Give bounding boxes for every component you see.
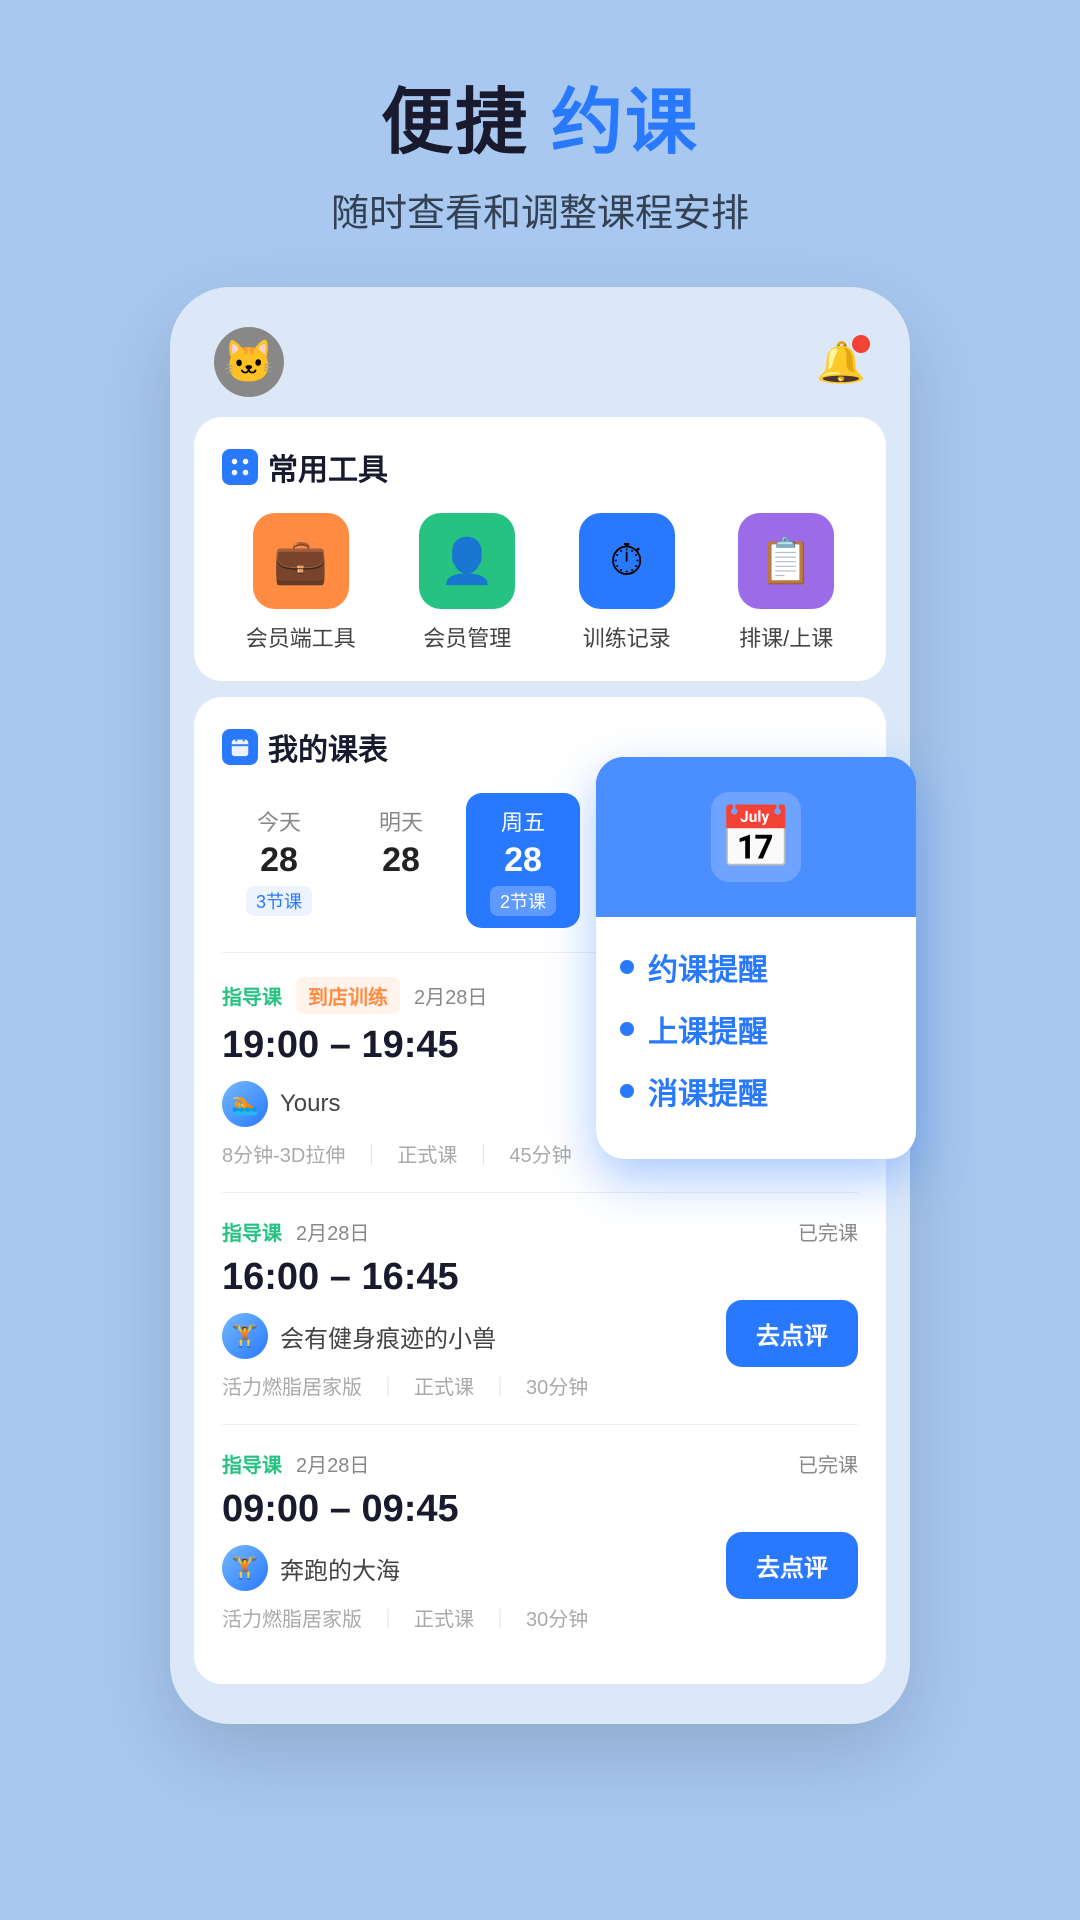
class-time-2: 09:00 – 09:45 bbox=[222, 1488, 726, 1531]
class-tag-1: 指导课 bbox=[222, 1217, 282, 1246]
completed-label-2: 已完课 bbox=[798, 1449, 858, 1478]
reminder-text-0: 约课提醒 bbox=[648, 945, 768, 989]
tools-icon bbox=[222, 449, 258, 485]
class-tag-2: 指导课 bbox=[222, 1449, 282, 1478]
day-number-2: 28 bbox=[504, 841, 542, 880]
day-name-0: 今天 bbox=[257, 805, 301, 837]
tool-label-3: 排课/上课 bbox=[739, 621, 833, 653]
trainer-avatar-0: 🏊 bbox=[222, 1081, 268, 1127]
tool-label-0: 会员端工具 bbox=[246, 621, 356, 653]
reminder-text-1: 上课提醒 bbox=[648, 1007, 768, 1051]
class-trainer-1: 🏋 会有健身痕迹的小兽 bbox=[222, 1313, 726, 1359]
trainer-name-2: 奔跑的大海 bbox=[280, 1551, 400, 1586]
schedule-title: 我的课表 bbox=[268, 725, 388, 769]
phone-topbar: 🐱 🔔 bbox=[194, 317, 886, 417]
tool-item-1[interactable]: 👤 会员管理 bbox=[419, 513, 515, 653]
schedule-section: 我的课表 今天 28 3节课 明天 28 周五 28 2节课 周六 28 6 指… bbox=[194, 697, 886, 1684]
class-date-0: 2月28日 bbox=[414, 981, 487, 1010]
tool-label-2: 训练记录 bbox=[583, 621, 671, 653]
trainer-name-0: Yours bbox=[280, 1090, 341, 1118]
class-tag-0: 指导课 bbox=[222, 981, 282, 1010]
notification-bell[interactable]: 🔔 bbox=[816, 339, 866, 386]
reminder-calendar-icon: 📅 bbox=[711, 792, 801, 882]
tool-icon-2: ⏱ bbox=[579, 513, 675, 609]
class-details-1: 活力燃脂居家版｜正式课｜30分钟 bbox=[222, 1371, 726, 1400]
tools-grid: 💼 会员端工具 👤 会员管理 ⏱ 训练记录 📋 排课/上课 bbox=[222, 513, 858, 653]
title-black: 便捷 bbox=[381, 83, 529, 163]
reminder-dot-0 bbox=[620, 960, 634, 974]
reminder-text-2: 消课提醒 bbox=[648, 1069, 768, 1113]
class-trainer-2: 🏋 奔跑的大海 bbox=[222, 1545, 726, 1591]
day-number-1: 28 bbox=[382, 841, 420, 880]
class-sub-tag-0: 到店训练 bbox=[296, 977, 400, 1014]
class-card-2: 指导课 2月28日 已完课 09:00 – 09:45 🏋 奔跑的大海 活力燃脂… bbox=[222, 1424, 858, 1656]
reminder-item-0: 约课提醒 bbox=[620, 945, 892, 989]
class-date-2: 2月28日 bbox=[296, 1449, 369, 1478]
class-card-header-1: 指导课 2月28日 已完课 bbox=[222, 1217, 858, 1246]
class-card-header-2: 指导课 2月28日 已完课 bbox=[222, 1449, 858, 1478]
phone-mockup: 🐱 🔔 常用工具 💼 会员端工具 👤 会员管理 ⏱ 训练记录 bbox=[170, 287, 910, 1724]
review-button-2[interactable]: 去点评 bbox=[726, 1532, 858, 1599]
day-tab-明天[interactable]: 明天 28 bbox=[346, 793, 456, 928]
schedule-icon bbox=[222, 729, 258, 765]
tool-label-1: 会员管理 bbox=[423, 621, 511, 653]
reminder-card: 📅 约课提醒 上课提醒 消课提醒 bbox=[596, 757, 916, 1159]
day-lessons-0: 3节课 bbox=[246, 886, 312, 916]
day-tab-今天[interactable]: 今天 28 3节课 bbox=[222, 793, 336, 928]
reminder-card-top: 📅 bbox=[596, 757, 916, 917]
tool-icon-1: 👤 bbox=[419, 513, 515, 609]
reminder-item-2: 消课提醒 bbox=[620, 1069, 892, 1113]
reminder-item-1: 上课提醒 bbox=[620, 1007, 892, 1051]
completed-label-1: 已完课 bbox=[798, 1217, 858, 1246]
class-card-1: 指导课 2月28日 已完课 16:00 – 16:45 🏋 会有健身痕迹的小兽 … bbox=[222, 1192, 858, 1424]
tool-item-0[interactable]: 💼 会员端工具 bbox=[246, 513, 356, 653]
tool-icon-0: 💼 bbox=[253, 513, 349, 609]
class-time-1: 16:00 – 16:45 bbox=[222, 1256, 726, 1299]
title-blue: 约课 bbox=[551, 83, 699, 163]
main-title: 便捷 约课 bbox=[331, 80, 749, 166]
notification-badge bbox=[852, 335, 870, 353]
tools-title: 常用工具 bbox=[268, 445, 388, 489]
class-date-1: 2月28日 bbox=[296, 1217, 369, 1246]
trainer-name-1: 会有健身痕迹的小兽 bbox=[280, 1319, 496, 1354]
day-lessons-2: 2节课 bbox=[490, 886, 556, 916]
tools-header: 常用工具 bbox=[222, 445, 858, 489]
avatar[interactable]: 🐱 bbox=[214, 327, 284, 397]
day-number-0: 28 bbox=[260, 841, 298, 880]
trainer-avatar-1: 🏋 bbox=[222, 1313, 268, 1359]
day-name-1: 明天 bbox=[379, 805, 423, 837]
day-name-2: 周五 bbox=[501, 805, 545, 837]
reminder-dot-2 bbox=[620, 1084, 634, 1098]
reminder-dot-1 bbox=[620, 1022, 634, 1036]
tool-item-2[interactable]: ⏱ 训练记录 bbox=[579, 513, 675, 653]
trainer-avatar-2: 🏋 bbox=[222, 1545, 268, 1591]
tool-icon-3: 📋 bbox=[738, 513, 834, 609]
tools-card: 常用工具 💼 会员端工具 👤 会员管理 ⏱ 训练记录 📋 排课/上课 bbox=[194, 417, 886, 681]
day-tab-周五[interactable]: 周五 28 2节课 bbox=[466, 793, 580, 928]
header-section: 便捷 约课 随时查看和调整课程安排 bbox=[331, 80, 749, 237]
header-subtitle: 随时查看和调整课程安排 bbox=[331, 182, 749, 237]
class-details-2: 活力燃脂居家版｜正式课｜30分钟 bbox=[222, 1603, 726, 1632]
reminder-card-body: 约课提醒 上课提醒 消课提醒 bbox=[596, 917, 916, 1159]
review-button-1[interactable]: 去点评 bbox=[726, 1300, 858, 1367]
tool-item-3[interactable]: 📋 排课/上课 bbox=[738, 513, 834, 653]
